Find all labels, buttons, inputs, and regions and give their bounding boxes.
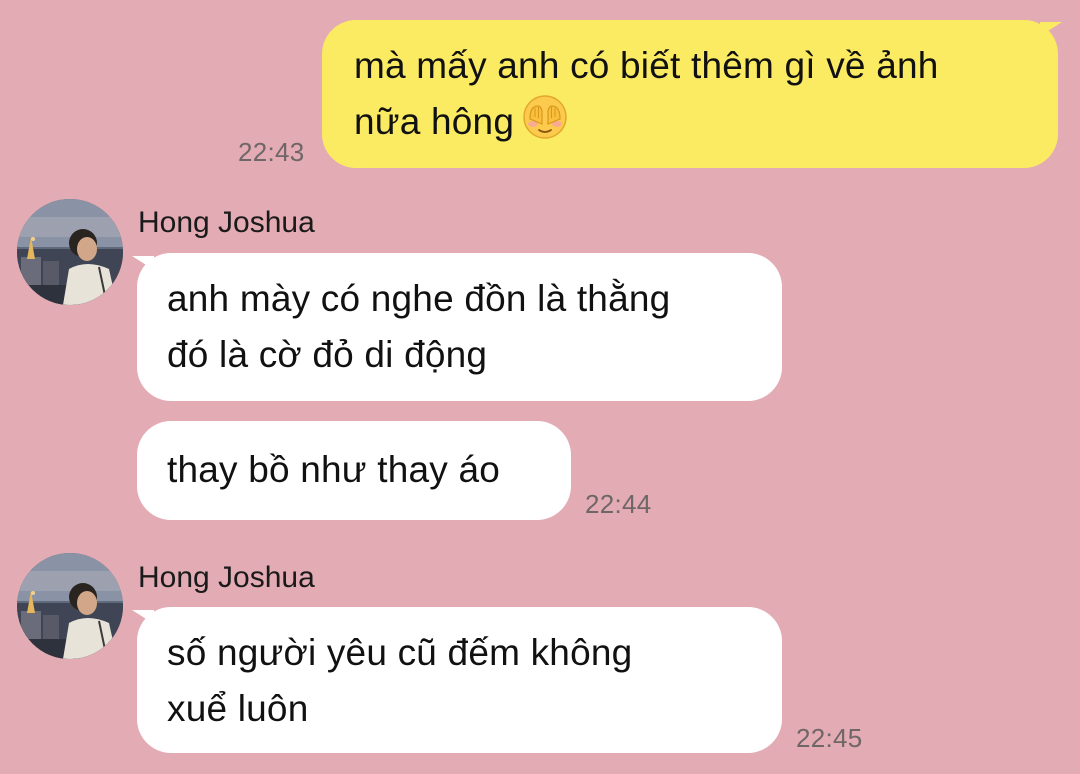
- message-timestamp: 22:45: [796, 723, 863, 753]
- avatar[interactable]: [17, 199, 123, 305]
- message-timestamp: 22:44: [585, 489, 652, 519]
- received-message-bubble[interactable]: anh mày có nghe đồn là thằng đó là cờ đỏ…: [137, 253, 782, 401]
- sent-message-bubble[interactable]: mà mấy anh có biết thêm gì về ảnh nữa hô…: [322, 20, 1058, 168]
- face-with-hand-over-mouth-icon: [522, 94, 568, 140]
- sender-name: Hong Joshua: [138, 206, 315, 239]
- message-line: anh mày có nghe đồn là thằng: [167, 278, 671, 319]
- received-message-bubble[interactable]: số người yêu cũ đếm không xuể luôn: [137, 607, 782, 753]
- received-message-bubble[interactable]: thay bồ như thay áo: [137, 421, 571, 520]
- message-timestamp: 22:43: [238, 137, 305, 167]
- avatar[interactable]: [17, 553, 123, 659]
- message-line: đó là cờ đỏ di động: [167, 334, 488, 375]
- message-line: nữa hông: [354, 94, 1032, 150]
- message-line: thay bồ như thay áo: [167, 449, 501, 490]
- message-line: mà mấy anh có biết thêm gì về ảnh: [354, 45, 939, 86]
- message-line: số người yêu cũ đếm không: [167, 632, 633, 673]
- message-line: xuể luôn: [167, 688, 309, 729]
- sender-name: Hong Joshua: [138, 561, 315, 594]
